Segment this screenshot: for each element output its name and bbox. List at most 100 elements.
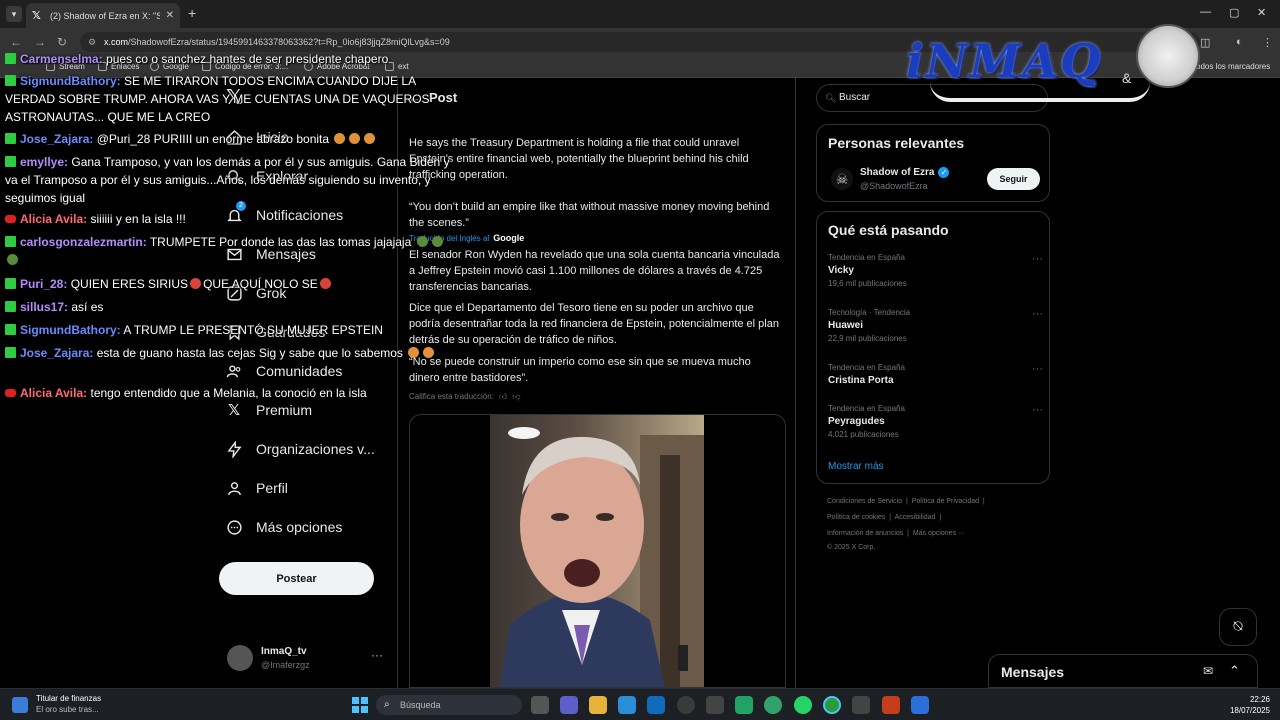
task-view-icon[interactable] xyxy=(531,696,549,714)
store-icon[interactable] xyxy=(618,696,636,714)
thumbs-down-icon[interactable]: 👎︎ xyxy=(512,392,520,402)
more-dots-icon[interactable]: ··· xyxy=(1032,253,1043,265)
messages-drawer[interactable]: Mensajes ✉ ⌃ xyxy=(988,654,1258,688)
more-dots-icon[interactable]: ··· xyxy=(371,648,383,662)
outlook-icon[interactable] xyxy=(647,696,665,714)
footer-accessibility[interactable]: Accesibilidad xyxy=(895,514,936,521)
taskbar: Titular de finanzas El oro sube tras... … xyxy=(0,688,1280,720)
show-more-link[interactable]: Mostrar más xyxy=(828,461,884,472)
emoji-icon xyxy=(190,278,202,289)
follow-button[interactable]: Seguir xyxy=(987,168,1040,190)
forward-icon[interactable]: → xyxy=(34,35,46,49)
footer-cookies[interactable]: Política de cookies xyxy=(827,514,885,521)
whatsapp-icon[interactable] xyxy=(794,696,812,714)
avatar xyxy=(227,645,253,671)
kick-icon xyxy=(5,301,16,312)
taskbar-search[interactable]: ⌕ Búsqueda xyxy=(376,695,522,715)
chrome-icon[interactable] xyxy=(823,696,841,714)
url-path: /ShadowofEzra/status/1945991463378063362… xyxy=(128,37,450,47)
trend-item[interactable]: Tecnología · Tendencia Huawei 22,9 mil p… xyxy=(828,308,1043,343)
footer-terms[interactable]: Condiciones de Servicio xyxy=(827,498,902,505)
verified-badge-icon: ✓ xyxy=(938,167,950,178)
nav-premium-label: Premium xyxy=(256,402,313,418)
expand-icon[interactable]: ⌃ xyxy=(1229,663,1240,679)
window-close-icon[interactable]: ✕ xyxy=(1257,6,1266,19)
footer-links-row-3: Información de anuncios | Más opciones ·… xyxy=(827,530,966,537)
nav-premium[interactable]: 𝕏 Premium xyxy=(225,401,312,419)
relevant-name[interactable]: Shadow of Ezra ✓ xyxy=(860,167,950,178)
chat-message: emyllye: Gana Tramposo, y van los demás … xyxy=(5,155,450,205)
menu-icon[interactable]: ⋮ xyxy=(1262,36,1273,49)
tab-search-icon[interactable]: ▾ xyxy=(6,6,22,22)
edge-icon[interactable] xyxy=(764,696,782,714)
post-button[interactable]: Postear xyxy=(219,562,374,595)
footer-ads-info[interactable]: Información de anuncios xyxy=(827,530,903,537)
relevant-handle: @ShadowofEzra xyxy=(860,181,928,191)
file-explorer-icon[interactable] xyxy=(589,696,607,714)
account-handle: @Imaferzgz xyxy=(261,660,310,670)
thumbs-up-icon[interactable]: 👍︎ xyxy=(499,392,507,402)
footer-copyright: © 2025 X Corp. xyxy=(827,544,876,551)
browser-tab-active[interactable]: 𝕏 (2) Shadow of Ezra en X: "Sena ✕ xyxy=(26,3,180,28)
kick-icon xyxy=(5,236,16,247)
obs-icon[interactable] xyxy=(852,696,870,714)
shadow-of-ezra-avatar[interactable]: ☠ xyxy=(831,168,853,190)
app-icon[interactable] xyxy=(706,696,724,714)
emoji-icon xyxy=(408,347,420,358)
footer-more[interactable]: Más opciones ··· xyxy=(913,530,965,537)
all-bookmarks[interactable]: Todos los marcadores xyxy=(1192,62,1270,71)
account-name: InmaQ_tv xyxy=(261,646,307,657)
nav-organizations-label: Organizaciones v... xyxy=(256,441,375,457)
profile-icon[interactable]: ◐ xyxy=(1236,36,1243,48)
trend-item[interactable]: Tendencia en España Peyragudes 4.021 pub… xyxy=(828,404,1043,439)
site-info-icon[interactable]: ⚙ xyxy=(88,32,96,52)
grok-floating-button[interactable]: ⍉ xyxy=(1219,608,1257,646)
more-dots-icon[interactable]: ··· xyxy=(1032,363,1043,375)
post-text-es-1: El senador Ron Wyden ha revelado que una… xyxy=(409,249,780,293)
x-favicon-icon: 𝕏 xyxy=(32,9,41,22)
account-switcher[interactable]: InmaQ_tv @Imaferzgz ··· xyxy=(227,644,387,674)
kick-icon xyxy=(5,75,16,86)
app-icon[interactable] xyxy=(911,696,929,714)
windows-start-icon[interactable] xyxy=(352,697,368,713)
post-video[interactable] xyxy=(409,414,786,688)
restore-icon[interactable]: ▢ xyxy=(1229,6,1239,19)
powerpoint-icon[interactable] xyxy=(882,696,900,714)
back-icon[interactable]: ← xyxy=(10,35,22,49)
trend-item[interactable]: Tendencia en España Cristina Porta ··· xyxy=(828,363,1043,386)
more-dots-icon[interactable]: ··· xyxy=(1032,404,1043,416)
search-icon: ⌕ xyxy=(384,699,390,710)
footer-privacy[interactable]: Política de Privacidad xyxy=(912,498,979,505)
post-text-es-3: “No se puede construir un imperio como e… xyxy=(409,356,751,384)
news-subtitle: El oro sube tras... xyxy=(36,705,99,714)
video-frame[interactable] xyxy=(490,415,704,687)
clock[interactable]: 22:26 18/07/2025 xyxy=(1222,694,1270,716)
new-message-icon[interactable]: ✉ xyxy=(1203,664,1213,678)
more-dots-icon[interactable]: ··· xyxy=(1032,308,1043,320)
video-person-image xyxy=(500,427,704,687)
chat-message: carlosgonzalezmartin: TRUMPETE Por donde… xyxy=(5,233,460,269)
trending-title: Qué está pasando xyxy=(828,222,949,238)
chat-message: SigmundBathory: A TRUMP LE PRESENTÓ SU M… xyxy=(5,321,460,339)
app-icon[interactable] xyxy=(677,696,695,714)
lightning-icon xyxy=(225,440,243,458)
nav-profile[interactable]: Perfil xyxy=(225,479,288,497)
news-icon xyxy=(12,697,28,713)
new-tab-icon[interactable]: + xyxy=(188,5,196,21)
search-icon: 🔍︎ xyxy=(825,93,837,103)
emoji-icon xyxy=(423,347,435,358)
emoji-icon xyxy=(7,254,18,265)
browser-tabstrip: ▾ 𝕏 (2) Shadow of Ezra en X: "Sena ✕ + —… xyxy=(0,0,1280,28)
trend-item[interactable]: Tendencia en España Vicky 19,6 mil publi… xyxy=(828,253,1043,288)
minimize-icon[interactable]: — xyxy=(1200,6,1211,18)
tab-close-icon[interactable]: ✕ xyxy=(166,10,174,21)
news-widget[interactable]: Titular de finanzas El oro sube tras... xyxy=(12,694,101,714)
nav-more[interactable]: Más opciones xyxy=(225,518,342,536)
extensions-icon[interactable]: ◫ xyxy=(1200,36,1210,49)
nav-organizations[interactable]: Organizaciones v... xyxy=(225,440,375,458)
relevant-title: Personas relevantes xyxy=(828,135,965,151)
reload-icon[interactable]: ↻ xyxy=(57,35,67,49)
kick-icon xyxy=(5,53,16,64)
teams-icon[interactable] xyxy=(560,696,578,714)
excel-icon[interactable] xyxy=(735,696,753,714)
